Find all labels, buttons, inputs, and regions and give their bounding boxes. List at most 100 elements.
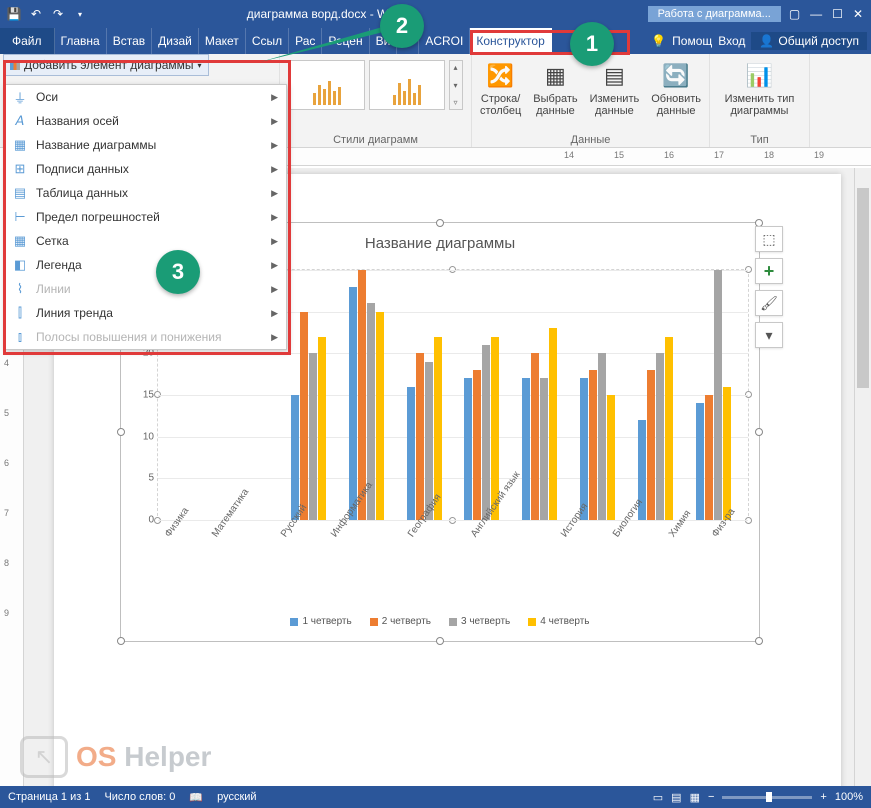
chart-bar[interactable] — [309, 353, 317, 520]
chart-bar[interactable] — [647, 370, 655, 520]
vertical-scrollbar[interactable] — [854, 168, 871, 786]
save-icon[interactable]: 💾 — [4, 4, 24, 24]
qat-dropdown-icon[interactable]: ▾ — [70, 4, 90, 24]
chart-elements-button[interactable]: + — [755, 258, 783, 284]
status-language[interactable]: русский — [217, 791, 256, 803]
dropdown-item[interactable]: ⊞Подписи данных▶ — [4, 157, 286, 181]
dropdown-item[interactable]: ⏚Оси▶ — [4, 85, 286, 109]
tab-file[interactable]: Файл — [0, 28, 55, 54]
submenu-arrow-icon: ▶ — [271, 284, 278, 295]
chart-bar[interactable] — [607, 395, 615, 520]
dropdown-item[interactable]: ▦Сетка▶ — [4, 229, 286, 253]
dropdown-item[interactable]: ▤Таблица данных▶ — [4, 181, 286, 205]
legend-item[interactable]: 2 четверть — [370, 616, 431, 627]
chart-bar[interactable] — [300, 312, 308, 520]
chart-filters-button[interactable]: ▾ — [755, 322, 783, 348]
zoom-slider[interactable] — [722, 796, 812, 799]
status-proofing-icon[interactable]: 📖 — [189, 791, 203, 804]
title-bar: 💾 ↶ ↷ ▾ диаграмма ворд.docx - Wo... Рабо… — [0, 0, 871, 28]
chart-bar[interactable] — [598, 353, 606, 520]
callout-2: 2 — [380, 4, 424, 48]
status-words[interactable]: Число слов: 0 — [104, 791, 175, 803]
share-icon: 👤 — [759, 34, 774, 48]
chart-bar[interactable] — [482, 345, 490, 520]
change-chart-type-button[interactable]: 📊Изменить тип диаграммы — [721, 58, 799, 119]
menu-item-label: Сетка — [36, 234, 69, 248]
menu-item-icon: ⌇ — [12, 281, 28, 297]
switch-icon: 🔀 — [485, 60, 517, 92]
undo-icon[interactable]: ↶ — [26, 4, 46, 24]
chart-bar[interactable] — [549, 328, 557, 520]
callout-1: 1 — [570, 22, 614, 66]
maximize-icon[interactable]: ☐ — [832, 7, 843, 21]
style-more-icon[interactable]: ▿ — [453, 98, 457, 107]
minimize-icon[interactable]: — — [810, 7, 822, 21]
share-button[interactable]: 👤 Общий доступ — [751, 32, 867, 50]
chart-bar[interactable] — [473, 370, 481, 520]
select-data-icon: ▦ — [539, 60, 571, 92]
chart-bar[interactable] — [589, 370, 597, 520]
dropdown-item[interactable]: ▦Название диаграммы▶ — [4, 133, 286, 157]
help-label[interactable]: Помощ — [672, 34, 712, 48]
dropdown-item[interactable]: 𝘈Названия осей▶ — [4, 109, 286, 133]
tab-home[interactable]: Главна — [55, 28, 107, 54]
close-icon[interactable]: ✕ — [853, 7, 863, 21]
style-scroll-up-icon[interactable]: ▴ — [453, 63, 457, 72]
ribbon-options-icon[interactable]: ▢ — [789, 7, 800, 21]
view-web-icon[interactable]: ▦ — [690, 791, 700, 804]
signin-label[interactable]: Вход — [718, 34, 745, 48]
callout-3: 3 — [156, 250, 200, 294]
refresh-data-button[interactable]: 🔄Обновить данные — [647, 58, 705, 119]
tab-constructor[interactable]: Конструктор — [470, 28, 551, 54]
menu-item-icon: ▤ — [12, 185, 28, 201]
chart-bar[interactable] — [696, 403, 704, 520]
redo-icon[interactable]: ↷ — [48, 4, 68, 24]
status-page[interactable]: Страница 1 из 1 — [8, 791, 90, 803]
chart-type-icon: 📊 — [743, 60, 775, 92]
menu-item-label: Предел погрешностей — [36, 210, 160, 224]
view-print-icon[interactable]: ▤ — [671, 791, 681, 804]
dropdown-item[interactable]: ⫿Линия тренда▶ — [4, 301, 286, 325]
chart-bar[interactable] — [723, 387, 731, 520]
chart-bar[interactable] — [291, 395, 299, 520]
menu-item-label: Подписи данных — [36, 162, 129, 176]
chart-bar[interactable] — [318, 337, 326, 520]
chart-styles-button[interactable]: 🖌 — [755, 290, 783, 316]
tell-me-icon[interactable]: 💡 — [651, 34, 666, 48]
switch-row-col-button[interactable]: 🔀Строка/ столбец — [476, 58, 525, 119]
chart-bar[interactable] — [665, 337, 673, 520]
legend-item[interactable]: 1 четверть — [290, 616, 351, 627]
legend-item[interactable]: 4 четверть — [528, 616, 589, 627]
chart-bar[interactable] — [714, 270, 722, 520]
dropdown-item[interactable]: ⊢Предел погрешностей▶ — [4, 205, 286, 229]
chart-bar[interactable] — [705, 395, 713, 520]
chart-bar[interactable] — [656, 353, 664, 520]
chart-bar[interactable] — [580, 378, 588, 520]
style-scroll-down-icon[interactable]: ▾ — [453, 81, 457, 90]
dropdown-item[interactable]: ◧Легенда▶ — [4, 253, 286, 277]
menu-item-label: Таблица данных — [36, 186, 128, 200]
chart-layout-options-button[interactable]: ⬚ — [755, 226, 783, 252]
submenu-arrow-icon: ▶ — [271, 236, 278, 247]
zoom-level[interactable]: 100% — [835, 791, 863, 803]
submenu-arrow-icon: ▶ — [271, 140, 278, 151]
chart-bar[interactable] — [416, 353, 424, 520]
select-data-button[interactable]: ▦Выбрать данные — [529, 58, 581, 119]
tab-design[interactable]: Дизай — [152, 28, 199, 54]
chart-bar[interactable] — [407, 387, 415, 520]
tab-acrobat[interactable]: ACROI — [419, 28, 470, 54]
chart-bar[interactable] — [464, 378, 472, 520]
menu-item-icon: ▦ — [12, 137, 28, 153]
menu-item-icon: ◧ — [12, 257, 28, 273]
edit-data-button[interactable]: ▤Изменить данные — [586, 58, 644, 119]
tab-insert[interactable]: Встав — [107, 28, 152, 54]
legend-item[interactable]: 3 четверть — [449, 616, 510, 627]
chart-legend[interactable]: 1 четверть 2 четверть 3 четверть 4 четверть — [121, 616, 759, 627]
status-bar: Страница 1 из 1 Число слов: 0 📖 русский … — [0, 786, 871, 808]
chart-bar[interactable] — [349, 287, 357, 520]
tab-layout[interactable]: Макет — [199, 28, 246, 54]
zoom-out-icon[interactable]: − — [708, 791, 714, 803]
legend-swatch — [290, 618, 298, 626]
zoom-in-icon[interactable]: + — [820, 791, 826, 803]
view-read-icon[interactable]: ▭ — [653, 791, 663, 804]
